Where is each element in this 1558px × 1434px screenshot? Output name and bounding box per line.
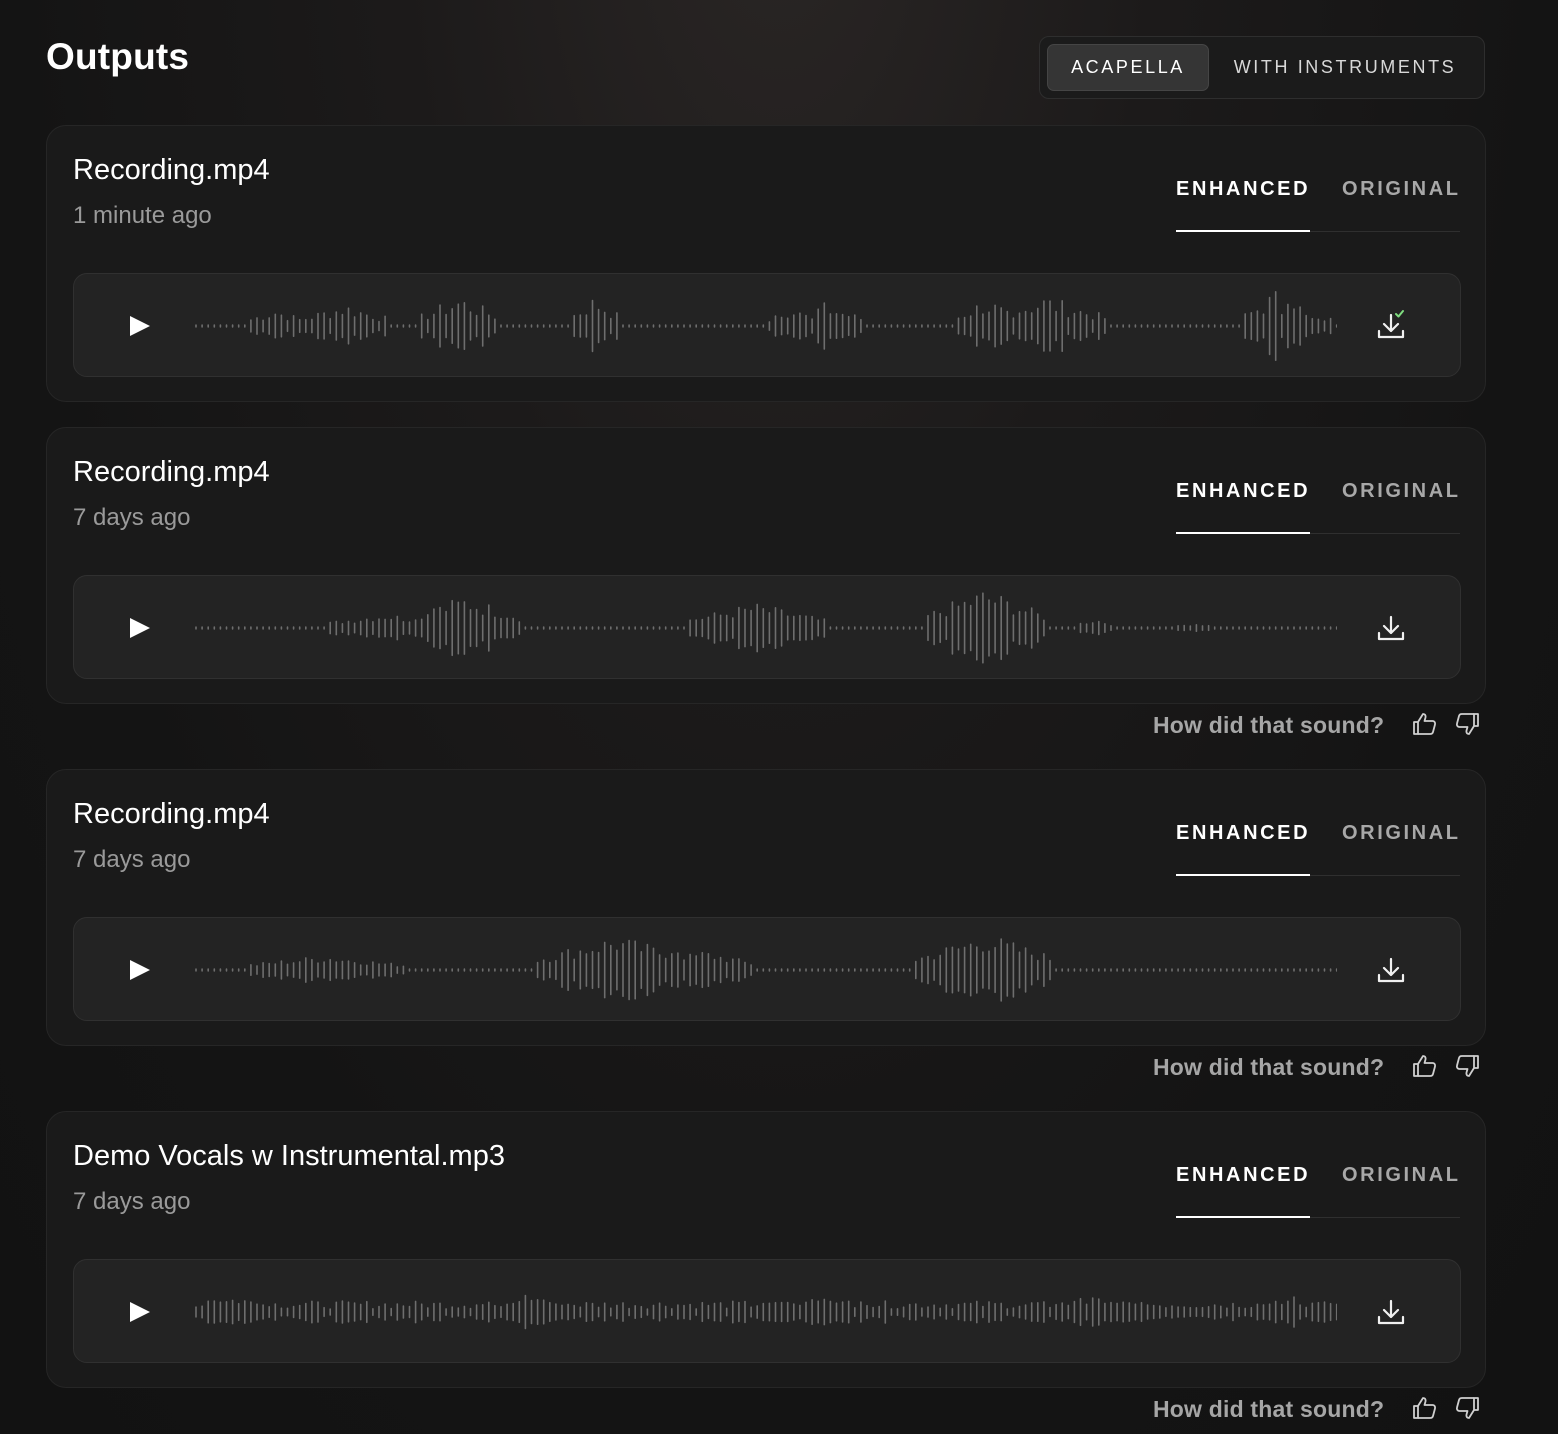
file-name: Recording.mp4: [73, 798, 270, 830]
mode-toggle: ACAPELLA WITH INSTRUMENTS: [1039, 36, 1485, 99]
audio-player: [73, 575, 1461, 679]
file-timestamp: 1 minute ago: [73, 202, 212, 229]
file-timestamp: 7 days ago: [73, 504, 191, 531]
mode-with-instruments-button[interactable]: WITH INSTRUMENTS: [1212, 44, 1478, 91]
waveform[interactable]: [195, 286, 1337, 366]
feedback-prompt: How did that sound?: [1153, 712, 1385, 738]
thumbs-up-icon[interactable]: [1411, 1052, 1439, 1080]
output-card: Recording.mp4 7 days ago ENHANCED ORIGIN…: [46, 427, 1486, 704]
feedback-row: How did that sound?: [1153, 710, 1483, 740]
page-title: Outputs: [46, 36, 190, 77]
play-icon[interactable]: [120, 952, 156, 988]
waveform[interactable]: [195, 588, 1337, 668]
waveform[interactable]: [195, 930, 1337, 1010]
waveform[interactable]: [195, 1272, 1337, 1352]
audio-player: [73, 917, 1461, 1021]
file-name: Demo Vocals w Instrumental.mp3: [73, 1140, 505, 1172]
tab-original[interactable]: ORIGINAL: [1342, 178, 1461, 201]
play-icon[interactable]: [120, 1294, 156, 1330]
tab-active-indicator: [1176, 1216, 1310, 1218]
download-icon[interactable]: [1372, 951, 1410, 989]
tab-original[interactable]: ORIGINAL: [1342, 480, 1461, 503]
file-timestamp: 7 days ago: [73, 1188, 191, 1215]
tab-original[interactable]: ORIGINAL: [1342, 822, 1461, 845]
tab-enhanced[interactable]: ENHANCED: [1176, 178, 1310, 201]
thumbs-down-icon[interactable]: [1453, 710, 1481, 738]
audio-player: [73, 1259, 1461, 1363]
play-icon[interactable]: [120, 610, 156, 646]
thumbs-down-icon[interactable]: [1453, 1052, 1481, 1080]
download-complete-icon[interactable]: [1372, 307, 1410, 345]
tab-enhanced[interactable]: ENHANCED: [1176, 1164, 1310, 1187]
feedback-prompt: How did that sound?: [1153, 1396, 1385, 1422]
tab-enhanced[interactable]: ENHANCED: [1176, 480, 1310, 503]
thumbs-up-icon[interactable]: [1411, 1394, 1439, 1422]
tab-active-indicator: [1176, 230, 1310, 232]
feedback-row: How did that sound?: [1153, 1394, 1483, 1424]
output-card: Recording.mp4 7 days ago ENHANCED ORIGIN…: [46, 769, 1486, 1046]
download-icon[interactable]: [1372, 609, 1410, 647]
play-icon[interactable]: [120, 308, 156, 344]
mode-acapella-button[interactable]: ACAPELLA: [1047, 44, 1209, 91]
audio-player: [73, 273, 1461, 377]
file-name: Recording.mp4: [73, 456, 270, 488]
tab-original[interactable]: ORIGINAL: [1342, 1164, 1461, 1187]
tab-active-indicator: [1176, 532, 1310, 534]
file-name: Recording.mp4: [73, 154, 270, 186]
tab-enhanced[interactable]: ENHANCED: [1176, 822, 1310, 845]
feedback-prompt: How did that sound?: [1153, 1054, 1385, 1080]
file-timestamp: 7 days ago: [73, 846, 191, 873]
thumbs-up-icon[interactable]: [1411, 710, 1439, 738]
tab-active-indicator: [1176, 874, 1310, 876]
download-icon[interactable]: [1372, 1293, 1410, 1331]
thumbs-down-icon[interactable]: [1453, 1394, 1481, 1422]
output-card: Demo Vocals w Instrumental.mp3 7 days ag…: [46, 1111, 1486, 1388]
output-card: Recording.mp4 1 minute ago ENHANCED ORIG…: [46, 125, 1486, 402]
feedback-row: How did that sound?: [1153, 1052, 1483, 1082]
